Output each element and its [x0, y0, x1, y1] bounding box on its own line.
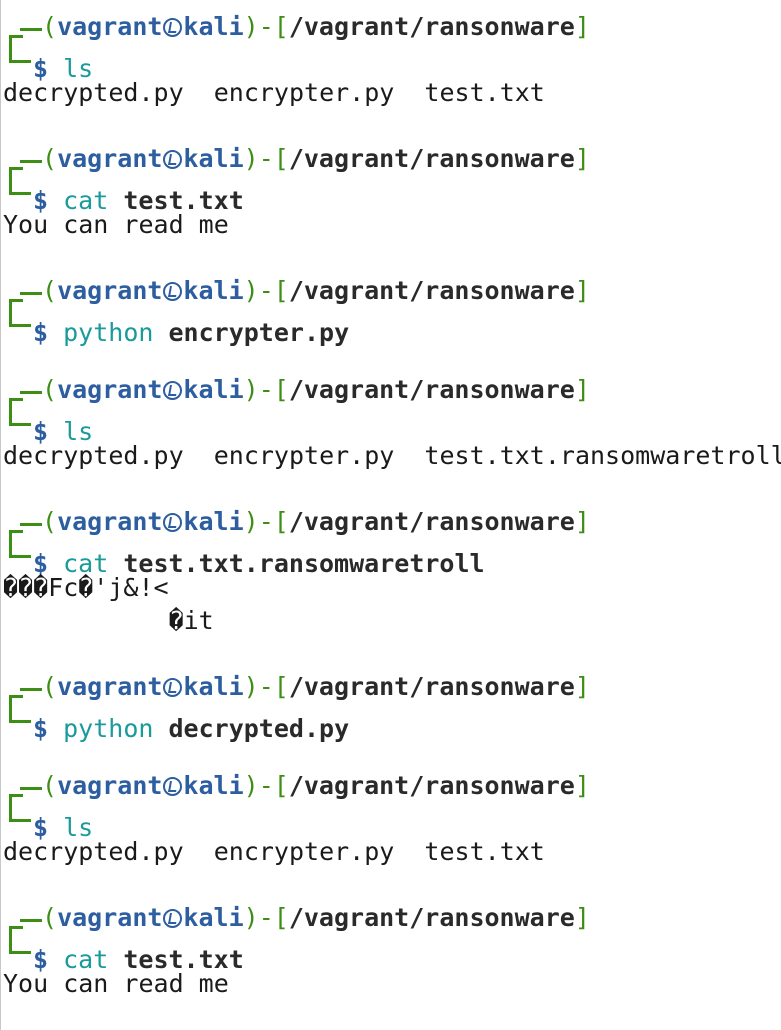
kali-logo-icon	[163, 282, 183, 301]
prompt-user: vagrant	[57, 144, 163, 173]
prompt-header: (vagrant kali)-[/vagrant/ransonware]	[3, 373, 590, 412]
prompt-header: (vagrant kali)-[/vagrant/ransonware]	[3, 769, 590, 808]
prompt-path: /vagrant/ransonware	[288, 12, 575, 41]
command-output: You can read me	[3, 969, 229, 998]
prompt-dash	[20, 688, 42, 691]
command-output: ���Fc�'j&!<	[3, 573, 169, 602]
command-argument: decrypted.py	[168, 714, 350, 743]
command-line: $ ls	[3, 802, 93, 842]
command-line: $ cat test.txt	[3, 175, 244, 215]
kali-logo-icon	[163, 777, 183, 796]
prompt-path: /vagrant/ransonware	[288, 507, 575, 536]
prompt-host: kali	[183, 144, 244, 173]
prompt-host: kali	[183, 12, 244, 41]
command-line: $ python encrypter.py	[3, 307, 349, 347]
prompt-dash	[20, 28, 42, 31]
prompt-path: /vagrant/ransonware	[288, 144, 575, 173]
prompt-user: vagrant	[57, 12, 163, 41]
prompt-user: vagrant	[57, 903, 163, 932]
prompt-corner-bottom	[9, 538, 31, 558]
prompt-user: vagrant	[57, 771, 163, 800]
prompt-dash	[20, 787, 42, 790]
command-line: $ ls	[3, 406, 93, 446]
prompt-corner-bottom	[9, 175, 31, 195]
prompt-dash	[20, 523, 42, 526]
prompt-dash	[20, 919, 42, 922]
prompt-corner-bottom	[9, 307, 31, 327]
command-name: python	[63, 318, 154, 347]
command-line: $ cat test.txt	[3, 934, 244, 974]
terminal-window[interactable]: (vagrant kali)-[/vagrant/ransonware] $ ls…	[0, 0, 781, 1030]
prompt-dash	[20, 160, 42, 163]
prompt-corner-bottom	[9, 703, 31, 723]
prompt-header: (vagrant kali)-[/vagrant/ransonware]	[3, 274, 590, 313]
prompt-corner-bottom	[9, 43, 31, 63]
prompt-path: /vagrant/ransonware	[288, 276, 575, 305]
kali-logo-icon	[163, 513, 183, 532]
prompt-corner-bottom	[9, 934, 31, 954]
kali-logo-icon	[163, 18, 183, 37]
command-output: You can read me	[3, 210, 229, 239]
command-argument: test.txt.ransomwaretroll	[123, 549, 485, 578]
kali-logo-icon	[163, 909, 183, 928]
prompt-header: (vagrant kali)-[/vagrant/ransonware]	[3, 10, 590, 49]
prompt-path: /vagrant/ransonware	[288, 903, 575, 932]
prompt-header: (vagrant kali)-[/vagrant/ransonware]	[3, 901, 590, 940]
prompt-header: (vagrant kali)-[/vagrant/ransonware]	[3, 670, 590, 709]
command-argument: encrypter.py	[168, 318, 350, 347]
command-output: decrypted.py encrypter.py test.txt	[3, 837, 545, 866]
prompt-path: /vagrant/ransonware	[288, 771, 575, 800]
command-line: $ ls	[3, 43, 93, 83]
prompt-path: /vagrant/ransonware	[288, 375, 575, 404]
prompt-host: kali	[183, 771, 244, 800]
command-line: $ cat test.txt.ransomwaretroll	[3, 538, 485, 578]
prompt-host: kali	[183, 276, 244, 305]
prompt-corner-bottom	[9, 406, 31, 426]
prompt-host: kali	[183, 903, 244, 932]
prompt-dash	[20, 292, 42, 295]
command-output: decrypted.py encrypter.py test.txt	[3, 78, 545, 107]
prompt-corner-bottom	[9, 802, 31, 822]
prompt-dash	[20, 391, 42, 394]
prompt-user: vagrant	[57, 507, 163, 536]
prompt-user: vagrant	[57, 276, 163, 305]
prompt-host: kali	[183, 507, 244, 536]
command-line: $ python decrypted.py	[3, 703, 349, 743]
command-name: python	[63, 714, 154, 743]
prompt-host: kali	[183, 672, 244, 701]
prompt-user: vagrant	[57, 672, 163, 701]
prompt-header: (vagrant kali)-[/vagrant/ransonware]	[3, 505, 590, 544]
kali-logo-icon	[163, 150, 183, 169]
kali-logo-icon	[163, 381, 183, 400]
prompt-host: kali	[183, 375, 244, 404]
prompt-header: (vagrant kali)-[/vagrant/ransonware]	[3, 142, 590, 181]
command-output: �it	[3, 606, 214, 635]
command-output: decrypted.py encrypter.py test.txt.ranso…	[3, 441, 781, 470]
prompt-path: /vagrant/ransonware	[288, 672, 575, 701]
kali-logo-icon	[163, 678, 183, 697]
prompt-user: vagrant	[57, 375, 163, 404]
